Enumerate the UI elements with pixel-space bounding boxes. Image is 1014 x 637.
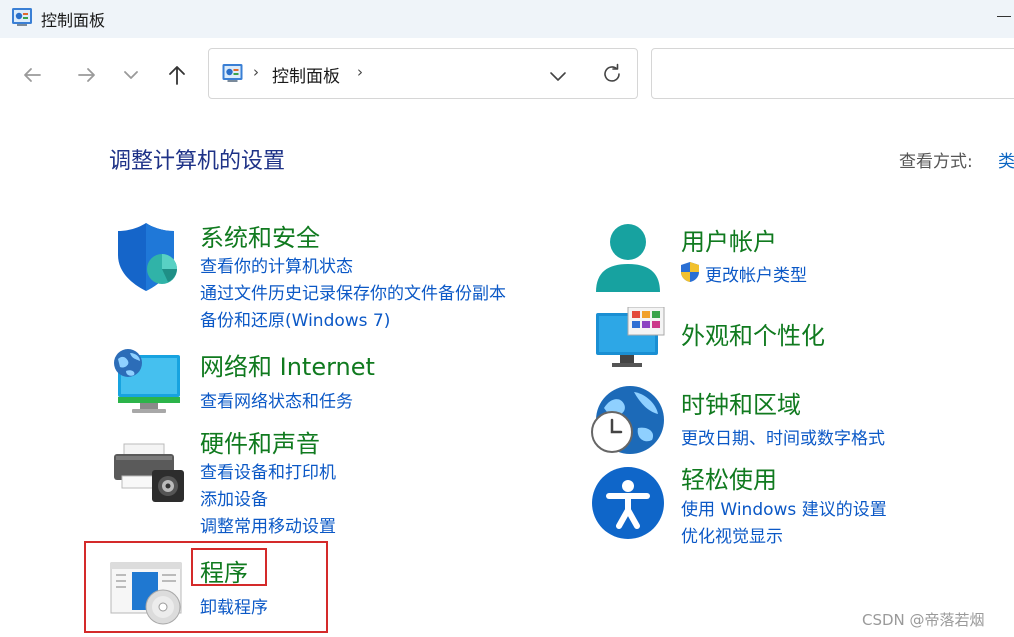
- link-recommended-settings[interactable]: 使用 Windows 建议的设置: [681, 495, 887, 520]
- category-network-internet[interactable]: 网络和 Internet: [200, 347, 375, 382]
- link-mobility-settings[interactable]: 调整常用移动设置: [200, 512, 336, 537]
- minimize-button[interactable]: [994, 0, 1014, 34]
- link-backup-restore[interactable]: 备份和还原(Windows 7): [200, 306, 390, 331]
- breadcrumb-control-panel[interactable]: 控制面板: [272, 62, 340, 87]
- link-change-account-type[interactable]: 更改帐户类型: [705, 261, 807, 286]
- title-bar: 控制面板: [0, 0, 1014, 38]
- category-ease-of-access[interactable]: 轻松使用: [681, 460, 777, 495]
- link-devices-printers[interactable]: 查看设备和打印机: [200, 458, 336, 483]
- link-file-history-backup[interactable]: 通过文件历史记录保存你的文件备份副本: [200, 279, 506, 304]
- arrow-left-icon: [24, 68, 41, 82]
- monitor-palette-icon[interactable]: [594, 307, 666, 371]
- user-icon[interactable]: [594, 222, 662, 296]
- globe-monitor-icon[interactable]: [110, 347, 184, 417]
- link-optimize-visual-display[interactable]: 优化视觉显示: [681, 522, 783, 547]
- link-change-date-time-format[interactable]: 更改日期、时间或数字格式: [681, 424, 885, 449]
- address-bar[interactable]: › 控制面板 ›: [208, 48, 638, 99]
- category-system-security[interactable]: 系统和安全: [200, 218, 320, 253]
- back-button[interactable]: [20, 62, 46, 88]
- view-by-dropdown[interactable]: 类: [998, 147, 1014, 172]
- up-button[interactable]: [164, 62, 190, 88]
- watermark: CSDN @帝落若烟: [862, 611, 985, 629]
- breadcrumb-separator[interactable]: ›: [253, 63, 259, 81]
- control-panel-icon: [222, 64, 243, 82]
- shield-icon[interactable]: [112, 221, 184, 293]
- refresh-icon[interactable]: [599, 61, 625, 87]
- control-panel-icon: [12, 8, 32, 26]
- globe-clock-icon[interactable]: [590, 384, 666, 460]
- link-add-device[interactable]: 添加设备: [200, 485, 268, 510]
- search-input[interactable]: [651, 48, 1014, 99]
- link-uninstall-program[interactable]: 卸载程序: [200, 593, 268, 618]
- chevron-down-icon: [124, 71, 138, 79]
- chevron-down-icon[interactable]: [546, 64, 570, 88]
- breadcrumb-separator[interactable]: ›: [357, 63, 363, 81]
- recent-locations-button[interactable]: [118, 62, 144, 88]
- uac-shield-icon: [681, 262, 699, 282]
- category-user-accounts[interactable]: 用户帐户: [681, 222, 777, 257]
- category-clock-region[interactable]: 时钟和区域: [681, 385, 801, 420]
- category-hardware-sound[interactable]: 硬件和声音: [200, 424, 320, 459]
- category-programs[interactable]: 程序: [200, 553, 248, 588]
- page-title: 调整计算机的设置: [109, 149, 286, 174]
- link-network-status-tasks[interactable]: 查看网络状态和任务: [200, 387, 353, 412]
- view-by-label: 查看方式:: [899, 152, 973, 172]
- navigation-bar: › 控制面板 ›: [0, 38, 1014, 110]
- accessibility-icon[interactable]: [591, 466, 665, 540]
- printer-speaker-icon[interactable]: [112, 442, 186, 504]
- arrow-up-icon: [169, 66, 185, 85]
- arrow-right-icon: [78, 68, 95, 82]
- forward-button[interactable]: [73, 62, 99, 88]
- link-view-computer-status[interactable]: 查看你的计算机状态: [200, 252, 353, 277]
- window-title: 控制面板: [41, 11, 106, 30]
- category-appearance[interactable]: 外观和个性化: [681, 316, 825, 351]
